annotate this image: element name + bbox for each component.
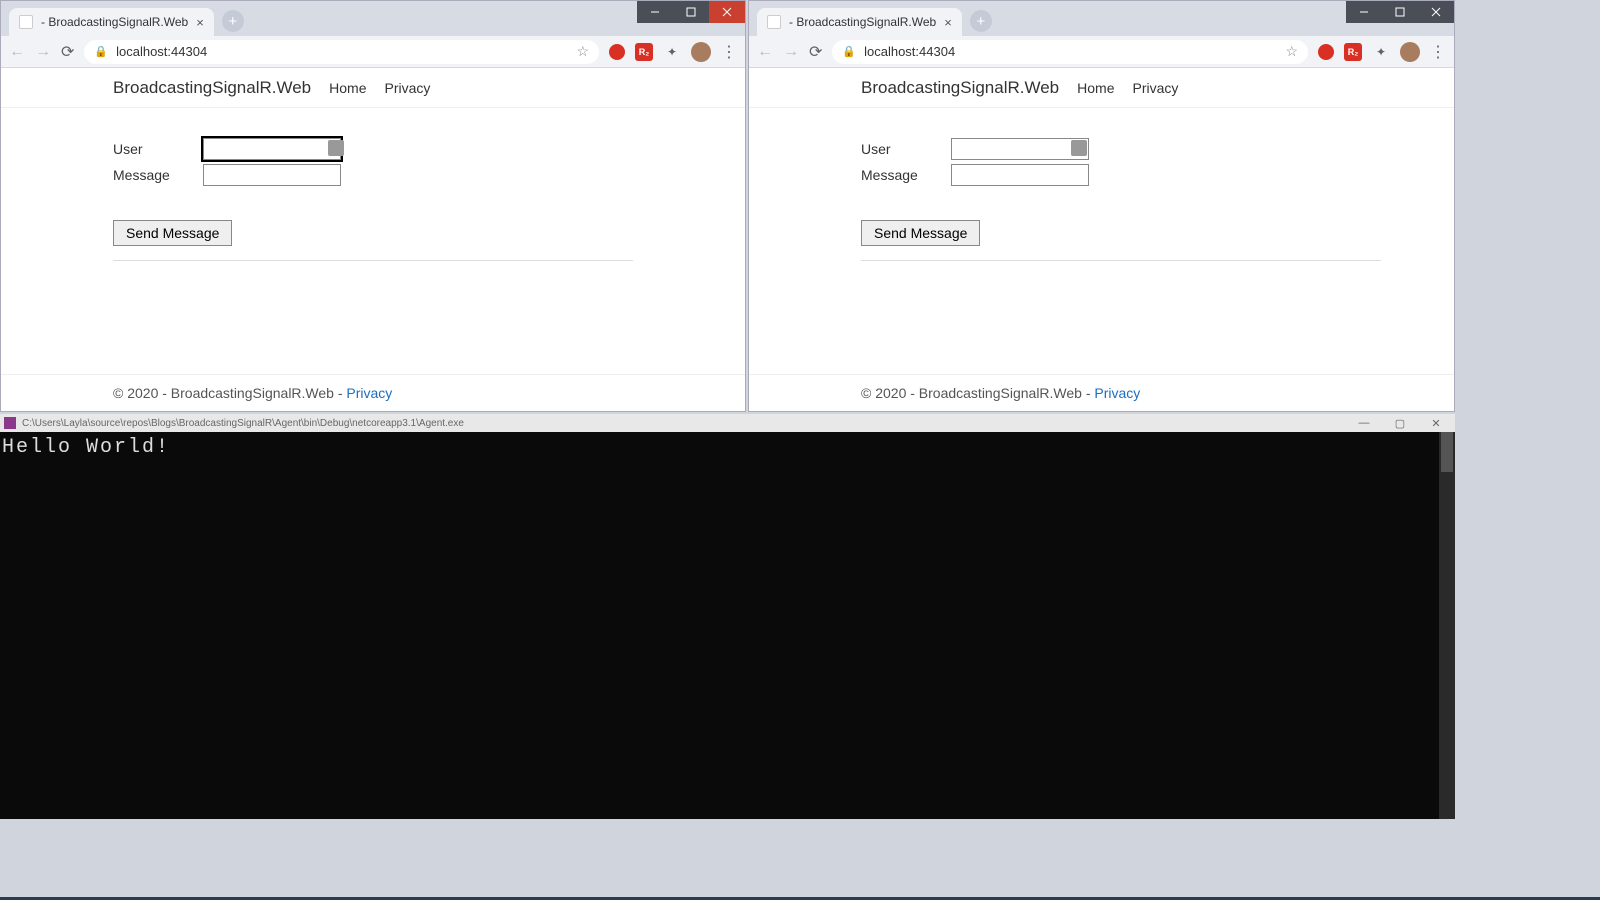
form-row-user: User <box>113 138 633 160</box>
brand-title: BroadcastingSignalR.Web <box>113 78 311 98</box>
new-tab-button[interactable]: + <box>970 10 992 32</box>
console-output[interactable]: Hello World! <box>0 432 1455 819</box>
extensions-icon[interactable]: ✦ <box>1372 43 1390 61</box>
extensions-icon[interactable]: ✦ <box>663 43 681 61</box>
console-maximize-button[interactable]: ▢ <box>1385 417 1415 430</box>
console-scrollbar[interactable] <box>1439 432 1455 819</box>
tab-title: - BroadcastingSignalR.Web <box>789 15 936 29</box>
maximize-button[interactable] <box>1382 1 1418 23</box>
profile-avatar[interactable] <box>691 42 711 62</box>
message-label: Message <box>861 167 951 183</box>
page-footer: © 2020 - BroadcastingSignalR.Web - Priva… <box>749 374 1454 411</box>
window-controls <box>637 1 745 23</box>
url-text: localhost:44304 <box>116 44 207 59</box>
console-title: C:\Users\Layla\source\repos\Blogs\Broadc… <box>22 418 464 429</box>
forward-button[interactable]: → <box>783 43 799 61</box>
nav-home-link[interactable]: Home <box>1077 80 1114 96</box>
forward-button[interactable]: → <box>35 43 51 61</box>
browser-tab[interactable]: - BroadcastingSignalR.Web × <box>757 8 962 36</box>
footer-text: © 2020 - BroadcastingSignalR.Web - <box>113 385 346 401</box>
user-input[interactable] <box>951 138 1089 160</box>
message-input[interactable] <box>951 164 1089 186</box>
favicon-icon <box>767 15 781 29</box>
browser-window-left: - BroadcastingSignalR.Web × + ← → ⟳ 🔒 lo… <box>0 0 746 412</box>
tab-strip: - BroadcastingSignalR.Web × + <box>749 1 992 36</box>
nav-home-link[interactable]: Home <box>329 80 366 96</box>
address-bar[interactable]: 🔒 localhost:44304 ☆ <box>832 40 1308 64</box>
scrollbar-thumb[interactable] <box>1441 432 1453 472</box>
address-bar[interactable]: 🔒 localhost:44304 ☆ <box>84 40 599 64</box>
extension-opera-icon[interactable] <box>609 44 625 60</box>
lock-icon: 🔒 <box>842 45 856 58</box>
close-button[interactable] <box>709 1 745 23</box>
minimize-button[interactable] <box>637 1 673 23</box>
page-content: BroadcastingSignalR.Web Home Privacy Use… <box>749 68 1454 411</box>
page-footer: © 2020 - BroadcastingSignalR.Web - Priva… <box>1 374 745 411</box>
browser-menu-icon[interactable]: ⋮ <box>1430 42 1446 62</box>
browser-toolbar: ← → ⟳ 🔒 localhost:44304 ☆ R₂ ✦ ⋮ <box>1 36 745 68</box>
favicon-icon <box>19 15 33 29</box>
divider <box>113 260 633 261</box>
footer-text: © 2020 - BroadcastingSignalR.Web - <box>861 385 1094 401</box>
user-input[interactable] <box>203 138 341 160</box>
send-message-button[interactable]: Send Message <box>861 220 980 246</box>
extension-opera-icon[interactable] <box>1318 44 1334 60</box>
message-input[interactable] <box>203 164 341 186</box>
footer-privacy-link[interactable]: Privacy <box>1094 385 1140 401</box>
browser-menu-icon[interactable]: ⋮ <box>721 42 737 62</box>
console-window: C:\Users\Layla\source\repos\Blogs\Broadc… <box>0 414 1455 819</box>
minimize-button[interactable] <box>1346 1 1382 23</box>
form-row-message: Message <box>113 164 633 186</box>
autofill-key-icon[interactable] <box>1071 140 1087 156</box>
send-message-button[interactable]: Send Message <box>113 220 232 246</box>
page-header: BroadcastingSignalR.Web Home Privacy <box>749 68 1454 108</box>
message-label: Message <box>113 167 203 183</box>
console-titlebar: C:\Users\Layla\source\repos\Blogs\Broadc… <box>0 414 1455 432</box>
tab-strip: - BroadcastingSignalR.Web × + <box>1 1 244 36</box>
divider <box>861 260 1381 261</box>
browser-tab[interactable]: - BroadcastingSignalR.Web × <box>9 8 214 36</box>
reload-button[interactable]: ⟳ <box>61 42 74 62</box>
user-label: User <box>113 141 203 157</box>
tab-close-icon[interactable]: × <box>944 15 952 30</box>
footer-privacy-link[interactable]: Privacy <box>346 385 392 401</box>
form-row-message: Message <box>861 164 1342 186</box>
console-close-button[interactable]: ✕ <box>1421 417 1451 430</box>
browser-window-right: - BroadcastingSignalR.Web × + ← → ⟳ 🔒 lo… <box>748 0 1455 412</box>
new-tab-button[interactable]: + <box>222 10 244 32</box>
tab-close-icon[interactable]: × <box>196 15 204 30</box>
tab-title: - BroadcastingSignalR.Web <box>41 15 188 29</box>
page-content: BroadcastingSignalR.Web Home Privacy Use… <box>1 68 745 411</box>
page-body: User Message Send Message <box>749 108 1454 291</box>
url-text: localhost:44304 <box>864 44 955 59</box>
close-button[interactable] <box>1418 1 1454 23</box>
titlebar: - BroadcastingSignalR.Web × + <box>1 1 745 36</box>
bookmark-star-icon[interactable]: ☆ <box>576 43 589 60</box>
console-minimize-button[interactable]: — <box>1349 417 1379 429</box>
back-button[interactable]: ← <box>757 43 773 61</box>
autofill-key-icon[interactable] <box>328 140 344 156</box>
browser-toolbar: ← → ⟳ 🔒 localhost:44304 ☆ R₂ ✦ ⋮ <box>749 36 1454 68</box>
brand-title: BroadcastingSignalR.Web <box>861 78 1059 98</box>
titlebar: - BroadcastingSignalR.Web × + <box>749 1 1454 36</box>
page-body: User Message Send Message <box>1 108 745 291</box>
window-controls <box>1346 1 1454 23</box>
extension-badge-icon[interactable]: R₂ <box>1344 43 1362 61</box>
profile-avatar[interactable] <box>1400 42 1420 62</box>
reload-button[interactable]: ⟳ <box>809 42 822 62</box>
extension-badge-icon[interactable]: R₂ <box>635 43 653 61</box>
nav-privacy-link[interactable]: Privacy <box>385 80 431 96</box>
nav-privacy-link[interactable]: Privacy <box>1133 80 1179 96</box>
console-text: Hello World! <box>2 436 170 459</box>
maximize-button[interactable] <box>673 1 709 23</box>
lock-icon: 🔒 <box>94 45 108 58</box>
bookmark-star-icon[interactable]: ☆ <box>1285 43 1298 60</box>
page-header: BroadcastingSignalR.Web Home Privacy <box>1 68 745 108</box>
back-button[interactable]: ← <box>9 43 25 61</box>
console-app-icon <box>4 417 16 429</box>
user-label: User <box>861 141 951 157</box>
form-row-user: User <box>861 138 1342 160</box>
